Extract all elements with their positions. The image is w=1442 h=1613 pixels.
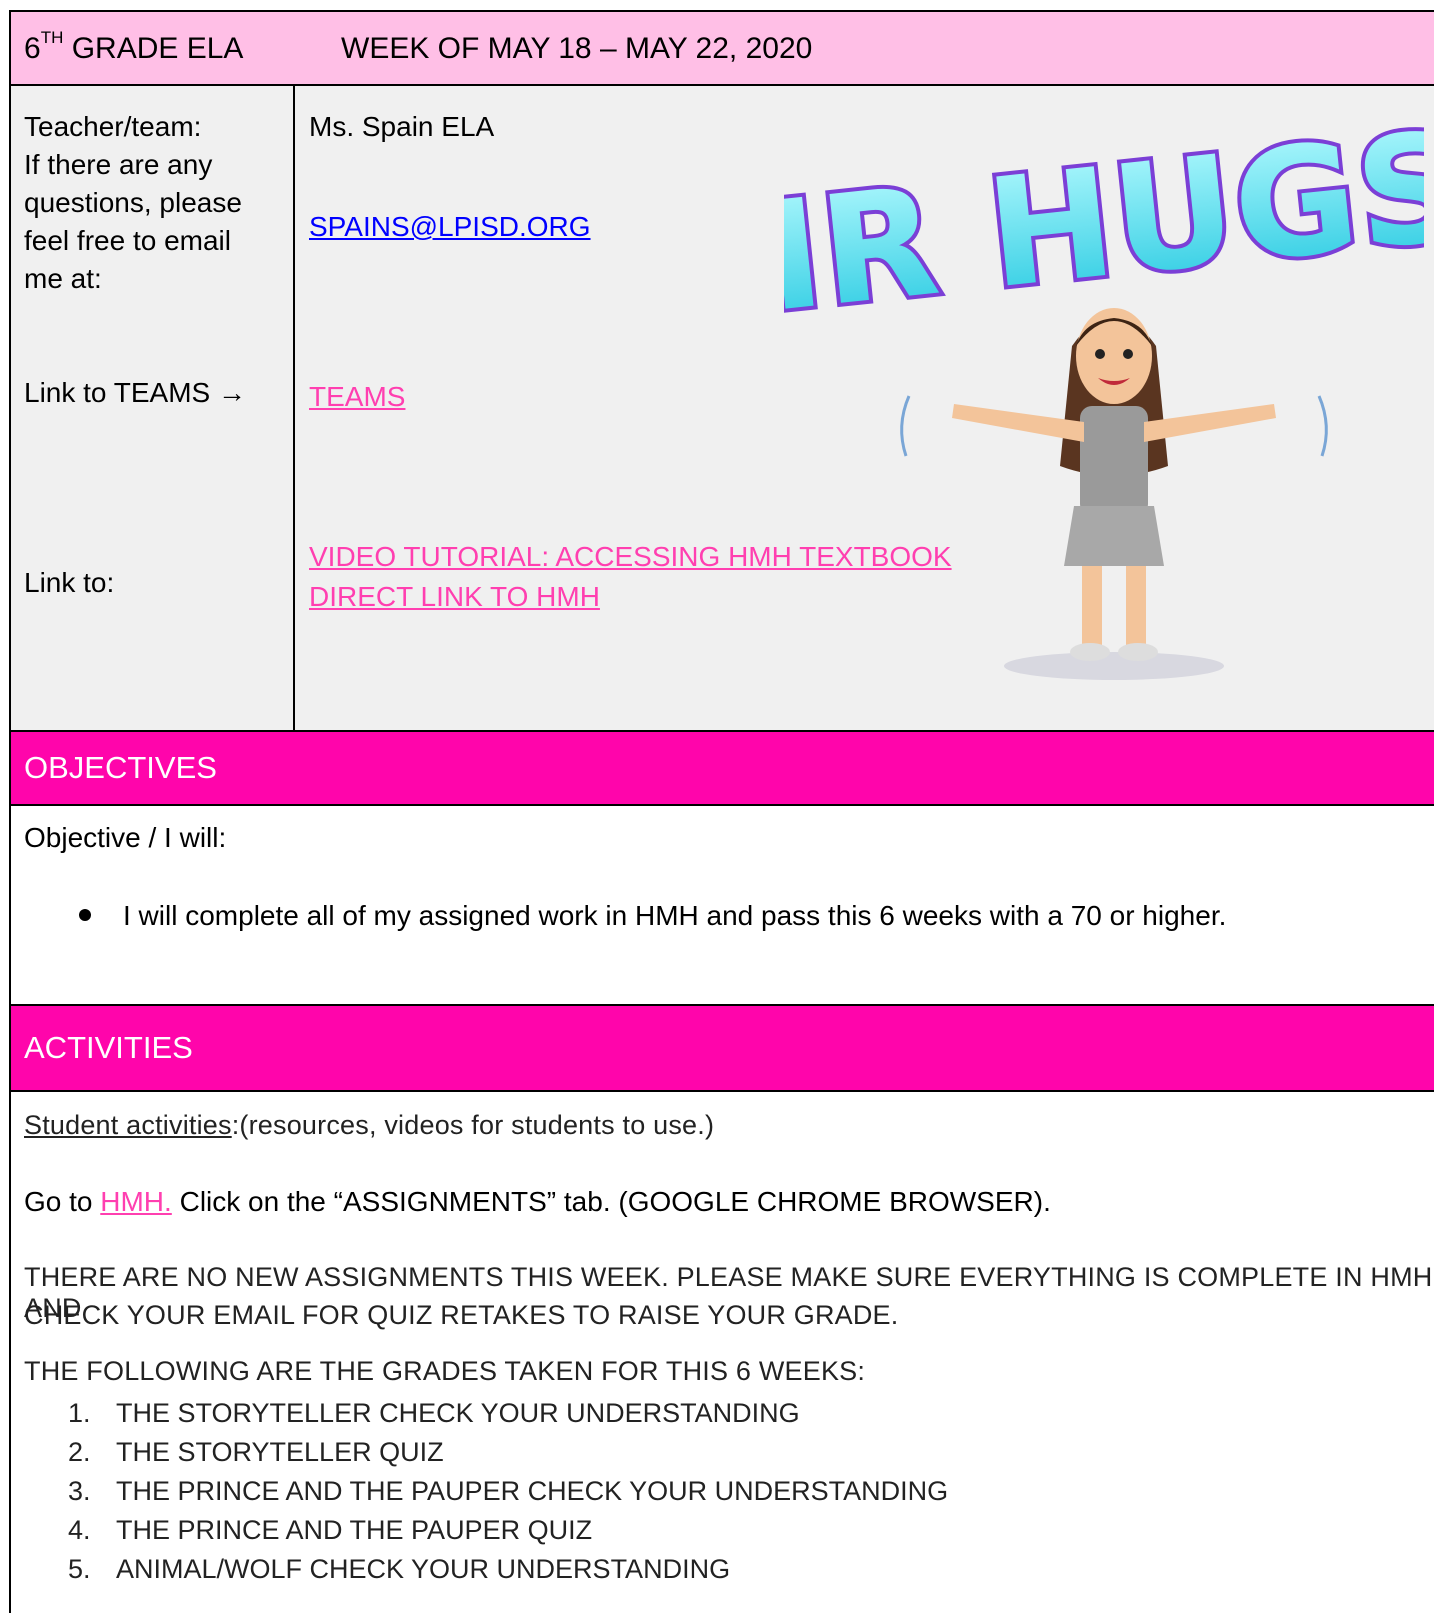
lesson-plan-document: 6TH GRADE ELA WEEK OF MAY 18 – MAY 22, 2… — [9, 10, 1434, 1613]
column-divider — [293, 86, 295, 730]
goto-hmh-line: Go to HMH. Click on the “ASSIGNMENTS” ta… — [24, 1186, 1051, 1217]
grades-intro: THE FOLLOWING ARE THE GRADES TAKEN FOR T… — [24, 1356, 866, 1386]
week-title: WEEK OF MAY 18 – MAY 22, 2020 — [341, 32, 813, 65]
activities-section: Student activities:(resources, videos fo… — [11, 1092, 1434, 1613]
grades-list: 1. THE STORYTELLER CHECK YOUR UNDERSTANDI… — [68, 1394, 948, 1589]
activities-header: ACTIVITIES — [11, 1006, 1434, 1092]
avatar-icon — [900, 308, 1328, 680]
objectives-title: OBJECTIVES — [24, 750, 217, 785]
header-bar: 6TH GRADE ELA WEEK OF MAY 18 – MAY 22, 2… — [11, 12, 1434, 86]
objective-bullet: I will complete all of my assigned work … — [79, 900, 1226, 932]
student-activities-line: Student activities:(resources, videos fo… — [24, 1110, 715, 1140]
list-item: 4. THE PRINCE AND THE PAUPER QUIZ — [68, 1515, 593, 1545]
list-item: 2. THE STORYTELLER QUIZ — [68, 1437, 444, 1467]
air-hugs-sticker: AIR HUGS! — [784, 96, 1424, 680]
objective-heading: Objective / I will: — [24, 822, 227, 853]
teams-label: Link to TEAMS → — [24, 377, 247, 408]
list-item: 1. THE STORYTELLER CHECK YOUR UNDERSTANDI… — [68, 1398, 800, 1428]
info-section: Teacher/team: If there are any questions… — [11, 86, 1434, 732]
objectives-section: Objective / I will: I will complete all … — [11, 806, 1434, 1006]
teacher-label: Teacher/team: If there are any questions… — [24, 111, 242, 294]
link-to-label: Link to: — [24, 567, 115, 598]
hmh-link[interactable]: HMH. — [100, 1186, 172, 1217]
teacher-value: Ms. Spain ELA — [309, 111, 495, 142]
direct-hmh-link[interactable]: DIRECT LINK TO HMH — [309, 578, 600, 616]
teams-link[interactable]: TEAMS — [309, 378, 405, 416]
list-item: 5. ANIMAL/WOLF CHECK YOUR UNDERSTANDING — [68, 1554, 731, 1584]
email-link[interactable]: SPAINS@LPISD.ORG — [309, 208, 591, 246]
list-item: 3. THE PRINCE AND THE PAUPER CHECK YOUR U… — [68, 1476, 949, 1506]
notice-line-2: CHECK YOUR EMAIL FOR QUIZ RETAKES TO RAI… — [24, 1300, 899, 1330]
objectives-header: OBJECTIVES — [11, 732, 1434, 806]
grade-title: 6TH GRADE ELA — [24, 28, 244, 65]
bullet-icon — [79, 909, 91, 921]
activities-title: ACTIVITIES — [24, 1030, 193, 1065]
